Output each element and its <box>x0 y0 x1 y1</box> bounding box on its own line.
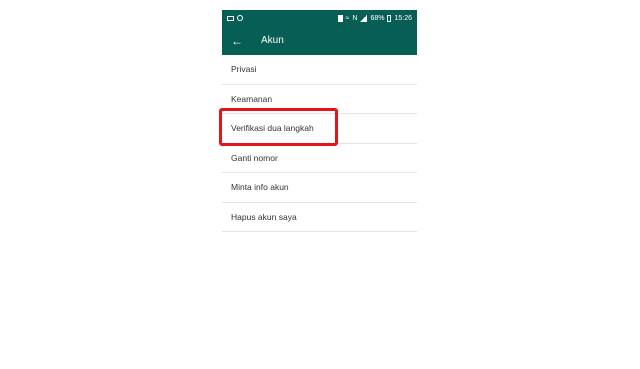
menu-item-hapus-akun[interactable]: Hapus akun saya <box>222 203 417 232</box>
signal-icon <box>360 14 368 22</box>
app-bar: ← Akun <box>222 26 417 55</box>
circle-icon <box>237 15 243 21</box>
image-icon <box>227 15 234 21</box>
status-left-icons <box>227 15 243 21</box>
menu-item-minta-info-akun[interactable]: Minta info akun <box>222 173 417 203</box>
battery-icon <box>387 14 392 22</box>
menu-item-label: Hapus akun saya <box>231 211 297 222</box>
nfc-icon: N <box>352 14 358 22</box>
menu-item-label: Minta info akun <box>231 182 289 193</box>
highlight-annotation-box <box>219 108 338 146</box>
menu-item-label: Privasi <box>231 64 257 75</box>
menu-item-ganti-nomor[interactable]: Ganti nomor <box>222 144 417 173</box>
menu-item-label: Ganti nomor <box>231 152 278 163</box>
page-title: Akun <box>261 35 284 46</box>
battery-percent: 68% <box>370 14 385 22</box>
wifi-icon: ≈ <box>345 14 350 22</box>
back-arrow-icon[interactable]: ← <box>231 35 247 47</box>
sim-icon <box>337 14 343 22</box>
status-time: 15:26 <box>394 14 412 22</box>
menu-item-label: Keamanan <box>231 93 273 104</box>
menu-item-privasi[interactable]: Privasi <box>222 55 417 85</box>
status-right-icons: ≈ N 68% 15:26 <box>337 14 412 22</box>
status-bar: ≈ N 68% 15:26 <box>222 10 417 26</box>
